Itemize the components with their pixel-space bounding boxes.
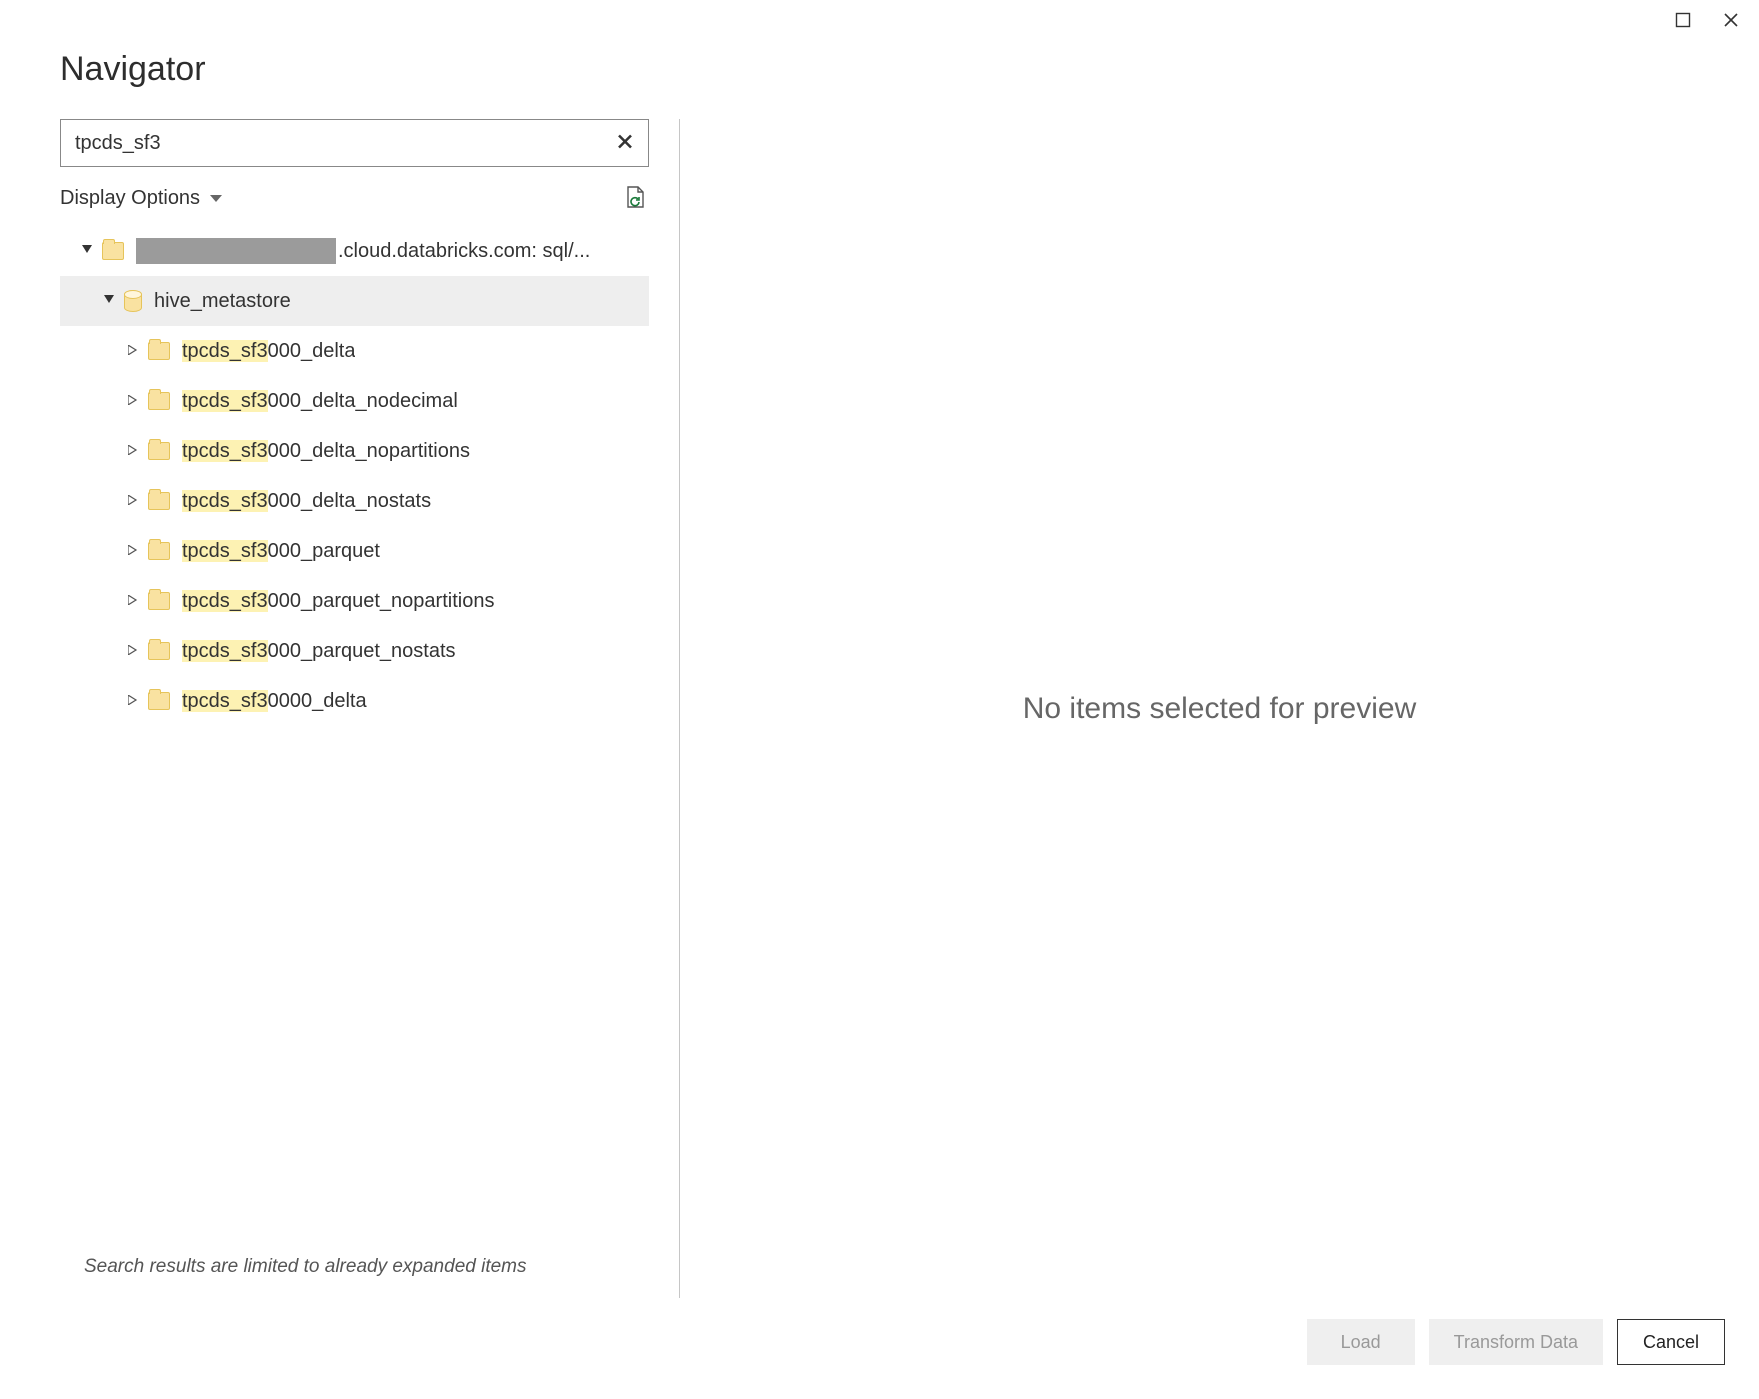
preview-empty-message: No items selected for preview [1023, 692, 1417, 726]
close-icon [616, 133, 634, 151]
dialog-button-bar: Load Transform Data Cancel [1307, 1319, 1725, 1365]
schema-label: tpcds_sf3000_parquet_nostats [182, 640, 456, 663]
close-icon [1723, 12, 1739, 28]
folder-icon [148, 692, 170, 710]
folder-icon [148, 342, 170, 360]
load-button[interactable]: Load [1307, 1319, 1415, 1365]
connection-label-suffix: .cloud.databricks.com: sql/... [338, 240, 590, 263]
maximize-button[interactable] [1673, 10, 1693, 30]
tree-root-connection[interactable]: .cloud.databricks.com: sql/... [60, 226, 649, 276]
schema-label: tpcds_sf3000_delta [182, 340, 355, 363]
schema-label: tpcds_sf30000_delta [182, 690, 367, 713]
schema-label: tpcds_sf3000_delta_nopartitions [182, 440, 470, 463]
navigator-dialog: Navigator Display Options [0, 0, 1759, 1399]
database-label: hive_metastore [154, 290, 291, 313]
tree-database-hive-metastore[interactable]: hive_metastore [60, 276, 649, 326]
folder-icon [148, 642, 170, 660]
folder-icon [148, 542, 170, 560]
search-limit-hint: Search results are limited to already ex… [60, 1242, 649, 1278]
refresh-button[interactable] [623, 183, 649, 214]
tree-schema-item[interactable]: tpcds_sf3000_parquet [60, 526, 649, 576]
redacted-hostname [136, 238, 336, 264]
folder-icon [102, 242, 124, 260]
schema-label: tpcds_sf3000_delta_nostats [182, 490, 431, 513]
display-options-dropdown[interactable]: Display Options [60, 187, 222, 210]
tree-schema-item[interactable]: tpcds_sf3000_delta [60, 326, 649, 376]
folder-icon [148, 392, 170, 410]
navigator-tree[interactable]: .cloud.databricks.com: sql/... hive_meta… [60, 226, 649, 1242]
preview-panel: No items selected for preview [680, 119, 1759, 1298]
search-field-wrap [60, 119, 649, 167]
cancel-button[interactable]: Cancel [1617, 1319, 1725, 1365]
collapse-icon[interactable] [78, 244, 96, 258]
schema-label: tpcds_sf3000_parquet_nopartitions [182, 590, 494, 613]
expand-icon[interactable] [124, 544, 142, 558]
clear-search-button[interactable] [612, 129, 638, 158]
chevron-down-icon [210, 195, 222, 202]
database-icon [124, 290, 142, 312]
folder-icon [148, 442, 170, 460]
expand-icon[interactable] [124, 344, 142, 358]
transform-data-button[interactable]: Transform Data [1429, 1319, 1603, 1365]
dialog-title: Navigator [0, 40, 1759, 89]
tree-schema-item[interactable]: tpcds_sf3000_delta_nostats [60, 476, 649, 526]
maximize-icon [1675, 12, 1691, 28]
expand-icon[interactable] [124, 694, 142, 708]
expand-icon[interactable] [124, 644, 142, 658]
refresh-file-icon [625, 185, 647, 209]
expand-icon[interactable] [124, 594, 142, 608]
search-input[interactable] [61, 120, 648, 166]
navigator-left-panel: Display Options [60, 119, 680, 1298]
titlebar [0, 0, 1759, 40]
folder-icon [148, 492, 170, 510]
tree-schema-item[interactable]: tpcds_sf3000_delta_nodecimal [60, 376, 649, 426]
collapse-icon[interactable] [100, 294, 118, 308]
expand-icon[interactable] [124, 444, 142, 458]
tree-schema-item[interactable]: tpcds_sf30000_delta [60, 676, 649, 726]
schema-label: tpcds_sf3000_delta_nodecimal [182, 390, 458, 413]
tree-schema-item[interactable]: tpcds_sf3000_parquet_nostats [60, 626, 649, 676]
schema-label: tpcds_sf3000_parquet [182, 540, 380, 563]
expand-icon[interactable] [124, 494, 142, 508]
folder-icon [148, 592, 170, 610]
expand-icon[interactable] [124, 394, 142, 408]
close-window-button[interactable] [1721, 10, 1741, 30]
display-options-label: Display Options [60, 187, 200, 210]
tree-schema-item[interactable]: tpcds_sf3000_parquet_nopartitions [60, 576, 649, 626]
tree-schema-item[interactable]: tpcds_sf3000_delta_nopartitions [60, 426, 649, 476]
